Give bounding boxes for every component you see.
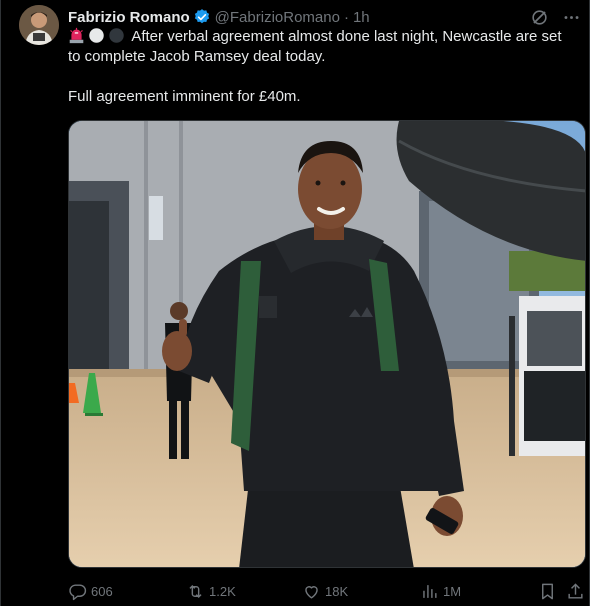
heart-icon [302,582,321,601]
reply-count: 606 [91,583,113,599]
more-options-icon[interactable] [561,7,581,27]
repost-button[interactable]: 1.2K [186,580,236,602]
siren-emoji-icon [68,27,85,44]
bookmark-icon [538,582,557,601]
tweet-text-line-1: After verbal agreement almost done last … [131,28,562,45]
tweet-header: Fabrizio Romano @FabrizioRomano · 1h [68,6,370,28]
top-right-icons [529,7,581,27]
white-circle-emoji-icon [88,27,105,44]
tweet-text-paragraph-2: Full agreement imminent for £40m. [68,88,301,105]
tweet-photo[interactable] [68,120,586,568]
tweet-actions: 606 1.2K 18K 1M [68,580,586,602]
tweet-line-1: After verbal agreement almost done last … [68,27,573,47]
views-count: 1M [443,583,462,599]
views-button[interactable]: 1M [420,580,461,602]
tweet-card[interactable]: Fabrizio Romano @FabrizioRomano · 1h Aft… [0,0,590,606]
share-icon [566,582,585,601]
grok-icon[interactable] [529,7,549,27]
repost-count: 1.2K [209,583,236,599]
tweet-text-line-2: to complete Jacob Ramsey deal today. [68,48,326,65]
views-chart-icon [420,582,439,601]
black-circle-emoji-icon [108,27,125,44]
tweet-time[interactable]: 1h [353,9,370,26]
reply-button[interactable]: 606 [68,580,113,602]
author-name[interactable]: Fabrizio Romano [68,9,190,26]
author-handle[interactable]: @FabrizioRomano [215,9,340,26]
bookmark-button[interactable] [538,580,561,602]
verified-badge-icon [193,8,211,26]
separator-dot: · [343,8,349,26]
like-count: 18K [325,583,349,599]
reply-icon [68,582,87,601]
tweet-body: After verbal agreement almost done last … [68,27,573,107]
share-button[interactable] [566,580,589,602]
repost-icon [186,582,205,601]
avatar[interactable] [19,5,59,45]
like-button[interactable]: 18K [302,580,348,602]
